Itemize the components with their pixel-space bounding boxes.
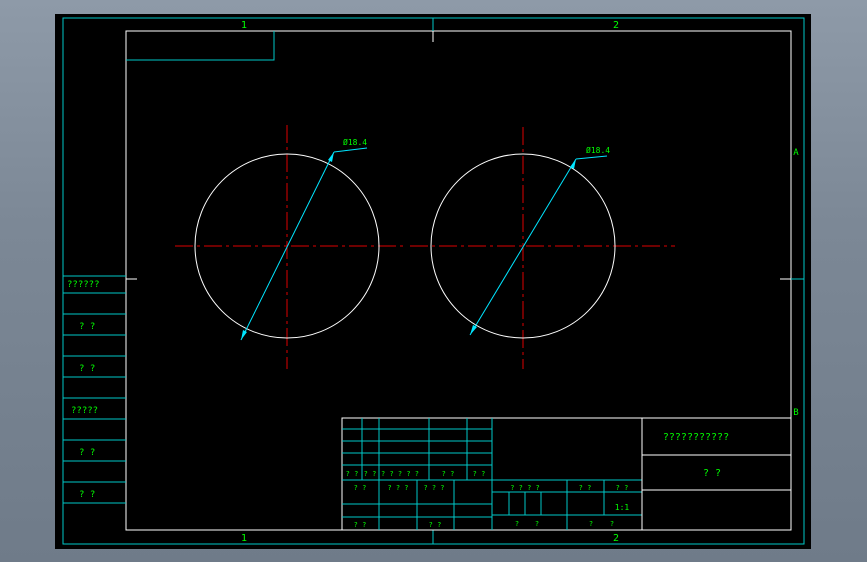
sheet-no-label: ? — [589, 520, 593, 528]
zone-label-bottom-2: 2 — [613, 533, 619, 544]
title-block: ? ? ? ? ? ? ? ? ? ? ? ? ? ? ? ? ? ? ? ? … — [341, 417, 792, 531]
sign-row-label: ? ? — [346, 470, 359, 478]
circle-view-right: Ø18.4 — [410, 127, 675, 369]
cad-drawing-area[interactable]: 1 2 1 2 A B Ø18.4 Ø18.4 ?????? ? ? ? ? ?… — [55, 14, 811, 549]
panel-label: ? ? — [79, 448, 95, 458]
dimension-label: Ø18.4 — [586, 145, 610, 155]
zone-label-bottom-1: 1 — [241, 533, 247, 544]
scale-value: 1:1 — [615, 503, 630, 512]
panel-label: ? ? — [79, 322, 95, 332]
zone-label-top-1: 1 — [241, 20, 247, 31]
scale-header: ? ? — [616, 484, 629, 492]
approve-label: ? ? — [429, 521, 442, 529]
drawing-title: ??????????? — [663, 432, 729, 443]
standardization-label: ? ? ? — [387, 484, 408, 492]
panel-label: ?????? — [67, 280, 100, 290]
circle-view-left: Ø18.4 — [175, 125, 407, 369]
stage-mark-header: ? ? ? ? — [510, 484, 540, 492]
review-label: ? ? — [354, 521, 367, 529]
dimension-label: Ø18.4 — [343, 137, 367, 147]
panel-label: ? ? — [79, 490, 95, 500]
sign-row-label: ? ? — [442, 470, 455, 478]
part-name: ? ? — [703, 468, 721, 479]
panel-label: ????? — [71, 406, 98, 416]
dimension-arrow — [470, 325, 477, 335]
dimension-arrow — [241, 330, 247, 340]
sign-row-label: ? ? — [473, 470, 486, 478]
dimension-leader — [575, 155, 608, 160]
sheet-no-value: ? — [610, 520, 614, 528]
zone-label-right-b: B — [793, 408, 798, 418]
sign-row-label: ? ? ? ? ? — [381, 470, 419, 478]
zone-label-top-2: 2 — [613, 20, 619, 31]
dimension-leader — [333, 147, 368, 153]
sheet-total-label: ? — [515, 520, 519, 528]
weight-header: ? ? — [579, 484, 592, 492]
left-side-panel: ?????? ? ? ? ? ????? ? ? ? ? — [63, 275, 126, 504]
cad-canvas: 1 2 1 2 A B Ø18.4 Ø18.4 ?????? ? ? ? ? ?… — [62, 17, 805, 545]
sign-row-label: ? ? — [364, 470, 377, 478]
designer-label: ? ? — [354, 484, 367, 492]
date-label: ? ? ? — [423, 484, 444, 492]
sheet-total-value: ? — [535, 520, 539, 528]
zone-label-right-a: A — [793, 148, 799, 158]
top-left-box — [126, 31, 275, 61]
dimension-arrow — [328, 152, 334, 162]
panel-label: ? ? — [79, 364, 95, 374]
